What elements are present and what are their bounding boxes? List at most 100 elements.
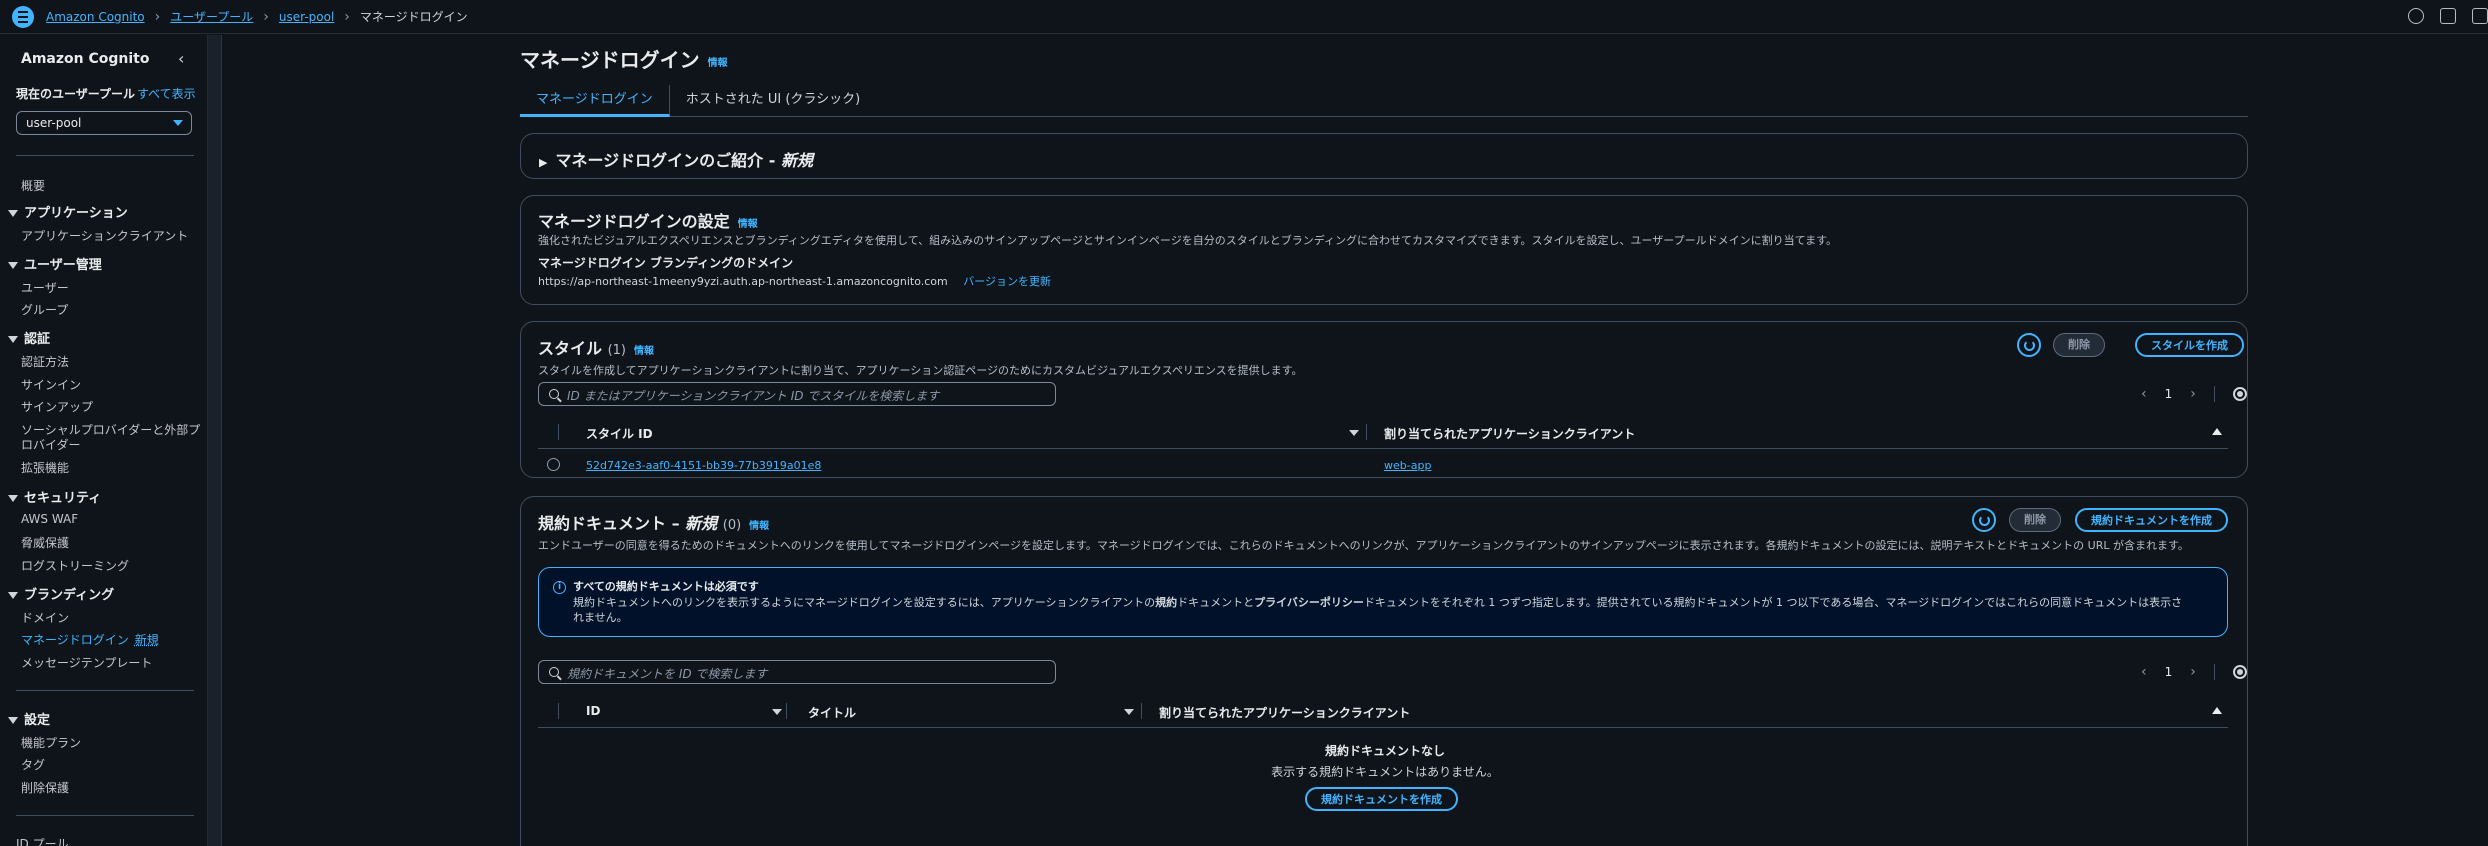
sidebar-item-groups[interactable]: グループ	[21, 301, 68, 318]
user-pool-select-value: user-pool	[26, 116, 82, 130]
column-header-app-client[interactable]: 割り当てられたアプリケーションクライアント	[1384, 425, 1635, 442]
sidebar-item-waf[interactable]: AWS WAF	[21, 512, 78, 526]
column-separator	[558, 703, 559, 719]
domain-label: マネージドログイン ブランディングのドメイン	[538, 256, 794, 270]
sidebar-section-users[interactable]: ユーザー管理	[8, 254, 102, 273]
breadcrumb: Amazon Cognito › ユーザープール › user-pool › マ…	[46, 8, 468, 25]
refresh-button[interactable]	[2017, 333, 2041, 357]
sidebar-item-sign-up[interactable]: サインアップ	[21, 398, 93, 415]
sidebar-section-auth[interactable]: 認証	[8, 328, 50, 347]
caret-down-icon	[8, 210, 18, 217]
empty-body: 表示する規約ドキュメントはありません。	[1271, 765, 1499, 779]
create-terms-button[interactable]: 規約ドキュメントを作成	[2075, 508, 2228, 532]
column-header-style-id[interactable]: スタイル ID	[586, 425, 653, 442]
panel-icon[interactable]	[2472, 8, 2488, 24]
page-number[interactable]: 1	[2165, 665, 2173, 679]
search-icon	[549, 667, 559, 677]
sort-ascending-icon[interactable]	[2212, 428, 2222, 435]
sidebar-item-threat-protection[interactable]: 脅威保護	[21, 534, 69, 551]
chevron-right-icon[interactable]: ›	[2190, 386, 2196, 402]
sidebar-item-tags[interactable]: タグ	[21, 756, 45, 773]
divider	[16, 815, 194, 816]
sidebar-item-app-clients[interactable]: アプリケーションクライアント	[21, 227, 188, 244]
empty-title: 規約ドキュメントなし	[1324, 744, 1445, 758]
domain-row: https://ap-northeast-1meeny9yzi.auth.ap-…	[538, 273, 1051, 289]
sidebar-item-extensions[interactable]: 拡張機能	[21, 459, 69, 476]
domain-value: https://ap-northeast-1meeny9yzi.auth.ap-…	[538, 275, 948, 288]
sort-icon[interactable]	[772, 709, 782, 715]
tab-managed-login[interactable]: マネージドログイン	[520, 85, 670, 117]
info-link[interactable]: 情報	[749, 521, 769, 532]
tabs: マネージドログイン ホストされた UI (クラシック)	[520, 85, 2248, 117]
sidebar-item-id-pool[interactable]: ID プール	[16, 835, 69, 846]
sidebar-item-auth-methods[interactable]: 認証方法	[21, 353, 69, 370]
intro-header[interactable]: ▶ マネージドログインのご紹介 - 新規	[539, 147, 813, 171]
info-link[interactable]: 情報	[634, 346, 654, 357]
app-client-link[interactable]: web-app	[1384, 459, 1431, 472]
feedback-icon[interactable]	[2440, 8, 2456, 24]
sidebar-item-message-templates[interactable]: メッセージテンプレート	[21, 654, 152, 671]
sidebar-item-overview[interactable]: 概要	[21, 177, 45, 194]
delete-style-button[interactable]: 削除	[2053, 333, 2105, 357]
sidebar-item-log-streaming[interactable]: ログストリーミング	[21, 557, 129, 574]
gear-icon[interactable]	[2232, 665, 2247, 679]
styles-card-description: スタイルを作成してアプリケーションクライアントに割り当て、アプリケーション認証ペ…	[538, 364, 1303, 377]
sidebar-item-feature-plans[interactable]: 機能プラン	[21, 734, 81, 751]
sidebar-item-managed-login[interactable]: マネージドログイン 新規	[21, 631, 159, 648]
sidebar-section-apps[interactable]: アプリケーション	[8, 202, 128, 221]
column-header-id[interactable]: ID	[586, 704, 600, 718]
sidebar-scrollbar[interactable]	[208, 35, 222, 846]
column-header-title[interactable]: タイトル	[808, 704, 856, 721]
caret-down-icon	[8, 336, 18, 343]
chevron-left-icon[interactable]: ‹	[2141, 664, 2147, 680]
style-search-input[interactable]: ID またはアプリケーションクライアント ID でスタイルを検索します	[538, 382, 1056, 406]
info-link[interactable]: 情報	[708, 58, 728, 69]
menu-icon[interactable]	[12, 5, 34, 28]
empty-state: 規約ドキュメントなし 表示する規約ドキュメントはありません。	[521, 742, 2249, 780]
breadcrumb-user-pool[interactable]: user-pool	[279, 10, 334, 24]
sidebar-item-users[interactable]: ユーザー	[21, 279, 69, 296]
refresh-button[interactable]	[1972, 508, 1996, 532]
divider	[16, 155, 194, 156]
chevron-right-icon: ›	[344, 8, 350, 25]
create-style-button[interactable]: スタイルを作成	[2135, 333, 2244, 357]
sidebar-section-branding[interactable]: ブランディング	[8, 584, 114, 603]
tab-hosted-ui-classic[interactable]: ホストされた UI (クラシック)	[670, 85, 877, 117]
update-version-link[interactable]: バージョンを更新	[963, 275, 1051, 288]
breadcrumb-cognito[interactable]: Amazon Cognito	[46, 10, 145, 24]
chevron-left-icon[interactable]: ‹	[178, 49, 184, 68]
row-radio[interactable]	[547, 458, 560, 471]
page-number[interactable]: 1	[2165, 387, 2173, 401]
column-header-app-client[interactable]: 割り当てられたアプリケーションクライアント	[1159, 704, 1410, 721]
sidebar-item-domain[interactable]: ドメイン	[21, 609, 69, 626]
table-header-divider	[538, 727, 2228, 728]
info-alert: i すべての規約ドキュメントは必須です 規約ドキュメントへのリンクを表示するよう…	[538, 567, 2228, 637]
info-link[interactable]: 情報	[738, 219, 758, 230]
style-id-link[interactable]: 52d742e3-aaf0-4151-bb39-77b3919a01e8	[586, 459, 821, 472]
sidebar: Amazon Cognito ‹ 現在のユーザープール すべて表示 user-p…	[0, 35, 208, 846]
delete-terms-button[interactable]: 削除	[2009, 508, 2061, 532]
sidebar-item-deletion-protection[interactable]: 削除保護	[21, 779, 69, 796]
show-all-link[interactable]: すべて表示	[137, 85, 196, 102]
top-navigation-bar: Amazon Cognito › ユーザープール › user-pool › マ…	[0, 0, 2488, 34]
page-title: マネージドログイン 情報	[520, 48, 728, 72]
sidebar-item-social-providers-cont[interactable]: ロバイダー	[21, 436, 81, 453]
sidebar-item-sign-in[interactable]: サインイン	[21, 376, 81, 393]
sort-icon[interactable]	[1124, 709, 1134, 715]
new-badge: 新規	[134, 633, 159, 647]
chevron-right-icon[interactable]: ›	[2190, 664, 2196, 680]
sidebar-title: Amazon Cognito	[21, 51, 150, 67]
terms-search-input[interactable]: 規約ドキュメントを ID で検索します	[538, 660, 1056, 684]
sort-icon[interactable]	[1349, 430, 1359, 436]
chevron-left-icon[interactable]: ‹	[2141, 386, 2147, 402]
user-pool-select[interactable]: user-pool	[16, 111, 192, 135]
sidebar-section-settings[interactable]: 設定	[8, 709, 50, 728]
info-icon[interactable]	[2408, 8, 2424, 24]
gear-icon[interactable]	[2232, 387, 2247, 401]
breadcrumb-user-pools[interactable]: ユーザープール	[170, 8, 253, 25]
empty-create-terms-button[interactable]: 規約ドキュメントを作成	[1305, 787, 1458, 811]
intro-expandable[interactable]: ▶ マネージドログインのご紹介 - 新規	[520, 133, 2248, 179]
sort-ascending-icon[interactable]	[2212, 707, 2222, 714]
settings-card-title: マネージドログインの設定 情報	[538, 212, 758, 231]
sidebar-section-security[interactable]: セキュリティ	[8, 487, 101, 506]
